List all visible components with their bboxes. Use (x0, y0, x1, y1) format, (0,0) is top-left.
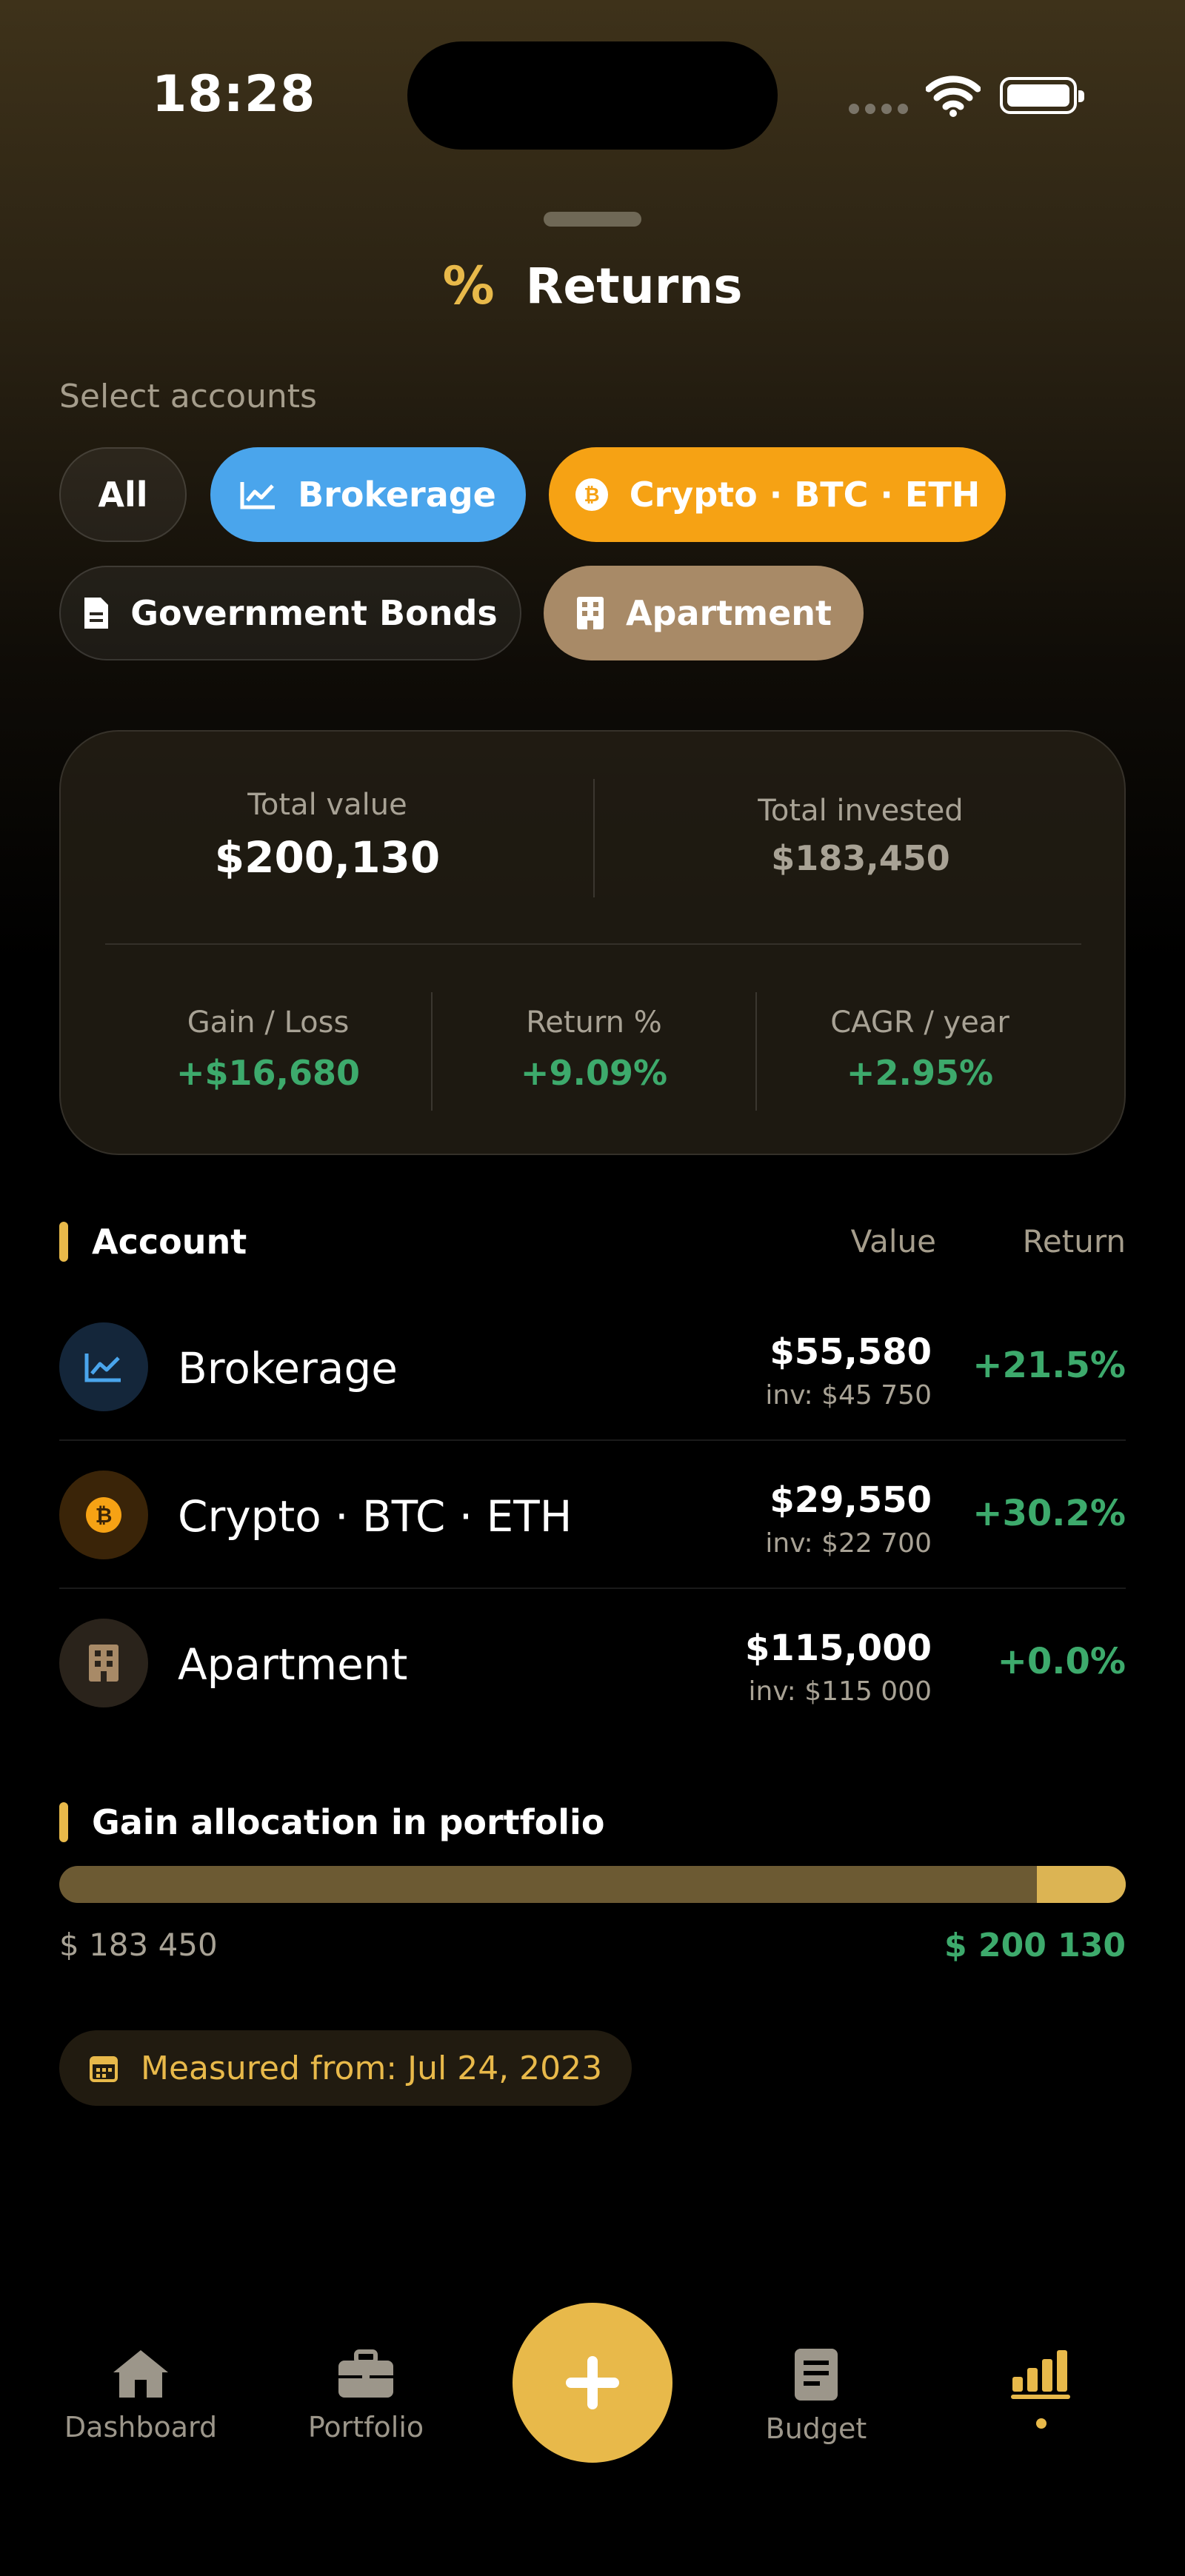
select-accounts-label: Select accounts (59, 378, 317, 415)
bitcoin-icon: ₿ (575, 478, 608, 511)
gain-allocation-bar (59, 1866, 1126, 1903)
filter-chip-apartment[interactable]: Apartment (544, 566, 864, 660)
receipt-icon (795, 2349, 838, 2401)
chart-line-icon (240, 482, 276, 509)
account-value: $115,000 (744, 1627, 932, 1669)
section-accent (59, 1802, 68, 1842)
building-icon (576, 597, 604, 629)
filter-chip-all[interactable]: All (59, 447, 187, 542)
status-time: 18:28 (152, 65, 316, 124)
filter-chip-label: Brokerage (298, 475, 496, 515)
dynamic-island (407, 41, 778, 150)
tab-label: Budget (765, 2412, 867, 2445)
filter-chip-label: Apartment (625, 593, 832, 633)
tab-returns[interactable] (967, 2347, 1115, 2429)
account-value: $29,550 (770, 1479, 932, 1521)
gain-allocation-title: Gain allocation in portfolio (92, 1802, 605, 1842)
account-return: +21.5% (972, 1345, 1126, 1386)
account-name: Brokerage (178, 1343, 398, 1394)
plus-icon (566, 2356, 619, 2409)
building-icon (59, 1619, 148, 1707)
house-icon (113, 2350, 168, 2398)
bitcoin-icon: ₿ (59, 1471, 148, 1559)
accounts-heading: Account (92, 1222, 247, 1262)
chart-line-icon (59, 1322, 148, 1411)
account-name: Crypto · BTC · ETH (178, 1491, 573, 1542)
page-title-text: Returns (525, 257, 743, 315)
column-return-header: Return (1022, 1223, 1126, 1259)
svg-text:₿: ₿ (584, 484, 599, 506)
gain-allocation-fill (1037, 1866, 1126, 1903)
wifi-icon (926, 76, 981, 117)
invested-amount-label: $ 183 450 (59, 1927, 218, 1963)
filter-chip-crypto[interactable]: ₿ Crypto · BTC · ETH (549, 447, 1006, 542)
account-invested: inv: $45 750 (765, 1380, 932, 1411)
tab-label: Dashboard (64, 2411, 218, 2443)
return-percent-label: Return % (526, 1006, 662, 1040)
filter-chip-label: Crypto · BTC · ETH (629, 475, 981, 515)
tab-portfolio[interactable]: Portfolio (292, 2347, 440, 2443)
summary-card: Total value $200,130 Total invested $183… (59, 730, 1126, 1155)
account-return: +30.2% (972, 1493, 1126, 1534)
total-invested-label: Total invested (758, 794, 964, 828)
accounts-header: Account Value Return (59, 1222, 1126, 1263)
divider (105, 943, 1081, 945)
account-invested: inv: $22 700 (765, 1528, 932, 1559)
document-icon (84, 598, 109, 629)
bar-chart-icon (1011, 2350, 1070, 2399)
total-value: $200,130 (214, 832, 441, 883)
account-row-crypto[interactable]: ₿ Crypto · BTC · ETH $29,550 inv: $22 70… (59, 1441, 1126, 1589)
return-percent-value: +9.09% (520, 1053, 668, 1093)
measured-from-badge: Measured from: Jul 24, 2023 (59, 2030, 632, 2106)
filter-chip-label: All (98, 475, 148, 515)
tab-budget[interactable]: Budget (742, 2347, 890, 2445)
gain-loss-value: +$16,680 (176, 1053, 361, 1093)
total-amount-label: $ 200 130 (944, 1927, 1126, 1964)
account-row-brokerage[interactable]: Brokerage $55,580 inv: $45 750 +21.5% (59, 1293, 1126, 1441)
cagr-value: +2.95% (846, 1053, 994, 1093)
tab-bar: Dashboard Portfolio Budget (0, 2288, 1185, 2576)
filter-chip-brokerage[interactable]: Brokerage (210, 447, 526, 542)
account-value: $55,580 (770, 1331, 932, 1373)
battery-icon (1000, 77, 1084, 114)
cagr-label: CAGR / year (830, 1006, 1009, 1040)
account-invested: inv: $115 000 (748, 1676, 932, 1707)
account-name: Apartment (178, 1639, 408, 1690)
active-tab-indicator (1036, 2418, 1047, 2429)
calendar-icon (90, 2056, 118, 2082)
filter-chip-government-bonds[interactable]: Government Bonds (59, 566, 521, 660)
cellular-signal-icon (849, 104, 908, 114)
column-value-header: Value (850, 1223, 936, 1259)
total-value-label: Total value (247, 788, 407, 822)
sheet-handle[interactable] (544, 212, 641, 227)
briefcase-icon (338, 2349, 393, 2398)
total-invested: $183,450 (771, 838, 950, 878)
filter-chip-label: Government Bonds (130, 593, 498, 633)
account-row-apartment[interactable]: Apartment $115,000 inv: $115 000 +0.0% (59, 1589, 1126, 1737)
measured-from-text: Measured from: Jul 24, 2023 (141, 2049, 603, 2087)
tab-label: Portfolio (307, 2411, 424, 2443)
svg-text:₿: ₿ (96, 1503, 113, 1528)
account-return: +0.0% (997, 1641, 1126, 1682)
add-button[interactable] (513, 2303, 672, 2463)
section-accent (59, 1222, 68, 1262)
gain-loss-label: Gain / Loss (187, 1006, 350, 1040)
page-title: % Returns (0, 255, 1185, 316)
tab-dashboard[interactable]: Dashboard (64, 2347, 218, 2443)
percent-icon: % (442, 255, 495, 316)
